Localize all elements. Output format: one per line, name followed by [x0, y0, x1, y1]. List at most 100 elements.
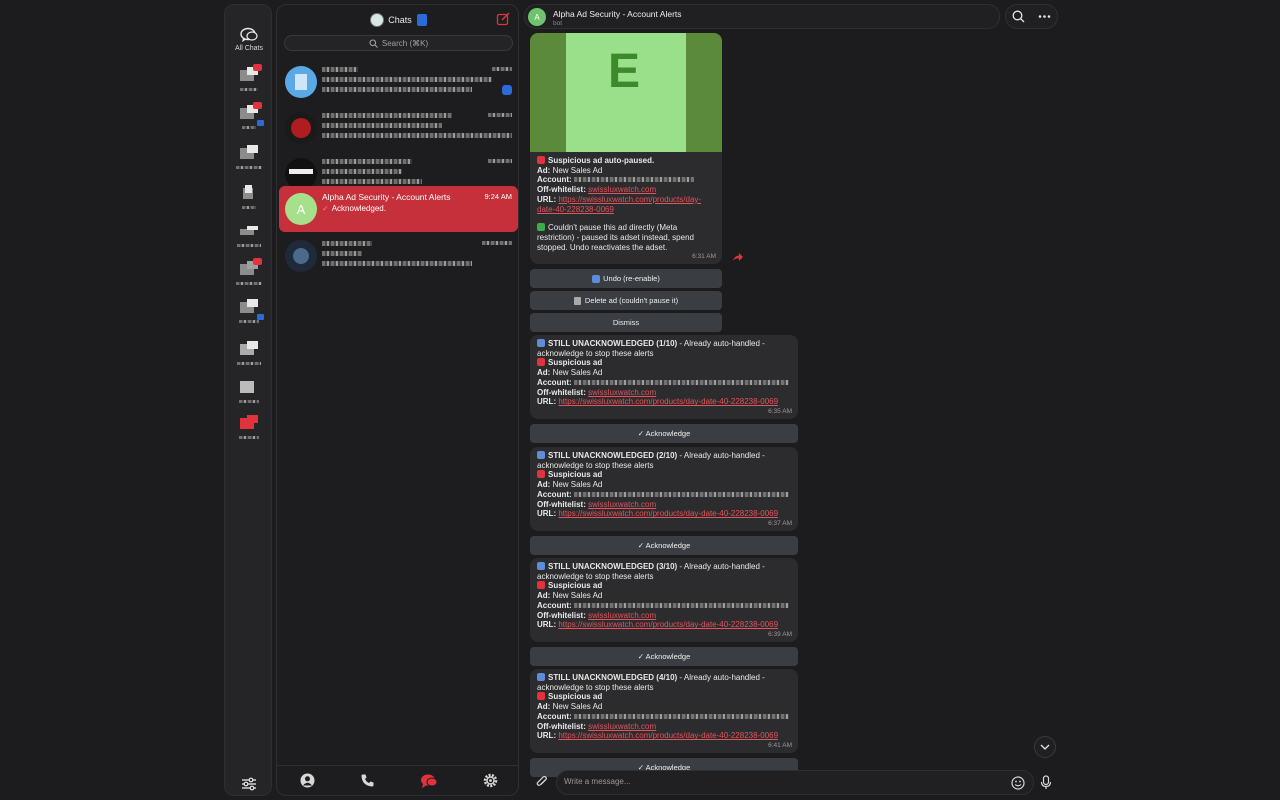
- chat-bubbles-icon: [240, 27, 258, 42]
- edit-folders-button[interactable]: [225, 777, 273, 791]
- chat-preview: ✓ Acknowledged.: [322, 204, 386, 213]
- folder-item[interactable]: [225, 299, 273, 323]
- ad-value: New Sales Ad: [552, 165, 603, 175]
- folder-item[interactable]: [225, 415, 273, 439]
- message-time: 6:35 AM: [768, 408, 792, 416]
- reminder-icon: [537, 339, 545, 347]
- chat-list-panel: Chats Search (⌘K) A Alpha Ad Security - …: [276, 4, 519, 796]
- bottom-tab-bar: [277, 765, 518, 795]
- url-link-line1[interactable]: https://swissluxwatch.com/products/day-: [558, 195, 701, 204]
- folder-item[interactable]: [225, 258, 273, 285]
- alert-icon: [537, 692, 545, 701]
- message-input[interactable]: Write a message...: [556, 770, 1034, 795]
- ad-image[interactable]: E: [530, 33, 722, 152]
- conversation-panel: A Alpha Ad Security - Account Alerts bot…: [524, 0, 1064, 800]
- scroll-to-bottom-button[interactable]: [1034, 736, 1056, 758]
- ad-value: New Sales Ad: [552, 591, 603, 601]
- ad-value: New Sales Ad: [552, 368, 603, 378]
- offwl-label: Off-whitelist:: [537, 721, 586, 731]
- folder-icon: [238, 185, 260, 201]
- message-time: 6:31 AM: [692, 253, 716, 261]
- acknowledge-button-label: ✓ Acknowledge: [637, 429, 691, 438]
- url-link[interactable]: https://swissluxwatch.com/products/day-d…: [558, 620, 778, 629]
- url-link[interactable]: https://swissluxwatch.com/products/day-d…: [558, 397, 778, 406]
- folder-icon: [238, 379, 260, 395]
- undo-button[interactable]: Undo (re-enable): [530, 269, 722, 288]
- account-label: Account:: [537, 600, 572, 610]
- dismiss-button-label: Dismiss: [612, 318, 640, 327]
- reminder-icon: [537, 673, 545, 681]
- message-input-placeholder: Write a message...: [564, 777, 631, 786]
- chat-preview-text: Acknowledged.: [331, 204, 386, 213]
- offwl-link[interactable]: swissluxwatch.com: [588, 500, 656, 509]
- ad-value: New Sales Ad: [552, 702, 603, 712]
- dismiss-button[interactable]: Dismiss: [530, 313, 722, 332]
- chat-search-input[interactable]: Search (⌘K): [284, 35, 513, 51]
- reminder-sub: Suspicious ad: [548, 692, 603, 702]
- folder-item[interactable]: [225, 341, 273, 365]
- alert-icon: [537, 470, 545, 479]
- ad-label: Ad:: [537, 702, 551, 712]
- chat-list-item[interactable]: [279, 233, 518, 279]
- status-emoji-icon[interactable]: [416, 14, 427, 26]
- chat-list-item-active[interactable]: A Alpha Ad Security - Account Alerts ✓ Ac…: [279, 186, 518, 232]
- chat-list-item[interactable]: [279, 59, 518, 105]
- folder-icon: [238, 415, 260, 431]
- search-icon: [369, 38, 378, 48]
- folder-icon: [238, 102, 264, 126]
- offwl-link[interactable]: swissluxwatch.com: [588, 611, 656, 620]
- calls-icon[interactable]: [360, 773, 375, 788]
- url-link[interactable]: https://swissluxwatch.com/products/day-d…: [558, 509, 778, 518]
- undo-button-label: Undo (re-enable): [603, 274, 660, 283]
- offwl-label: Off-whitelist:: [537, 387, 586, 397]
- alert-icon: [537, 581, 545, 590]
- more-icon[interactable]: [1038, 10, 1051, 23]
- forward-icon[interactable]: [732, 252, 744, 262]
- ad-label: Ad:: [537, 480, 551, 490]
- offwl-link[interactable]: swissluxwatch.com: [588, 388, 656, 397]
- message-time: 6:37 AM: [768, 520, 792, 528]
- reminder-message: STILL UNACKNOWLEDGED (1/10) - Already au…: [530, 335, 798, 419]
- acknowledge-button-label: ✓ Acknowledge: [637, 541, 691, 550]
- delete-ad-button[interactable]: Delete ad (couldn't pause it): [530, 291, 722, 310]
- folder-icon: [238, 258, 262, 277]
- conversation-subtitle: bot: [553, 20, 563, 27]
- folder-item[interactable]: [225, 223, 273, 247]
- attach-icon[interactable]: [535, 775, 549, 789]
- chat-list-item[interactable]: [279, 105, 518, 151]
- conversation-avatar: A: [528, 8, 546, 26]
- conversation-header[interactable]: A Alpha Ad Security - Account Alerts bot: [524, 4, 1000, 29]
- offwl-label: Off-whitelist:: [537, 185, 586, 195]
- contacts-icon[interactable]: [300, 773, 315, 788]
- chats-title: Chats: [388, 15, 412, 25]
- compose-icon[interactable]: [496, 12, 510, 26]
- offwl-link[interactable]: swissluxwatch.com: [588, 185, 656, 194]
- search-icon[interactable]: [1012, 10, 1025, 23]
- folder-item[interactable]: [225, 145, 273, 169]
- url-label: URL:: [537, 397, 557, 407]
- acknowledge-button[interactable]: ✓ Acknowledge: [530, 536, 798, 555]
- folder-all-chats[interactable]: All Chats: [225, 27, 273, 52]
- folder-item[interactable]: [225, 379, 273, 403]
- unread-badge: [502, 85, 512, 95]
- undo-icon: [592, 274, 601, 283]
- folder-item[interactable]: [225, 185, 273, 209]
- url-link[interactable]: https://swissluxwatch.com/products/day-d…: [558, 731, 778, 740]
- settings-icon[interactable]: [483, 773, 498, 788]
- chats-tab-icon[interactable]: [420, 773, 438, 789]
- offwl-link[interactable]: swissluxwatch.com: [588, 722, 656, 731]
- acknowledge-button[interactable]: ✓ Acknowledge: [530, 424, 798, 443]
- folder-item[interactable]: [225, 102, 273, 129]
- url-link-line2[interactable]: date-40-228238-0069: [537, 205, 614, 214]
- microphone-icon[interactable]: [1040, 775, 1052, 790]
- story-avatar[interactable]: [370, 13, 385, 27]
- reminder-message: STILL UNACKNOWLEDGED (3/10) - Already au…: [530, 558, 798, 642]
- folder-icon: [238, 223, 260, 239]
- folder-item[interactable]: [225, 64, 273, 91]
- reminder-headline: STILL UNACKNOWLEDGED (1/10): [548, 339, 678, 348]
- chat-name: Alpha Ad Security - Account Alerts: [322, 192, 451, 202]
- acknowledge-button[interactable]: ✓ Acknowledge: [530, 647, 798, 666]
- emoji-icon[interactable]: [1011, 776, 1025, 790]
- checkmark-icon: [537, 223, 545, 232]
- message-composer: Write a message...: [528, 770, 1058, 795]
